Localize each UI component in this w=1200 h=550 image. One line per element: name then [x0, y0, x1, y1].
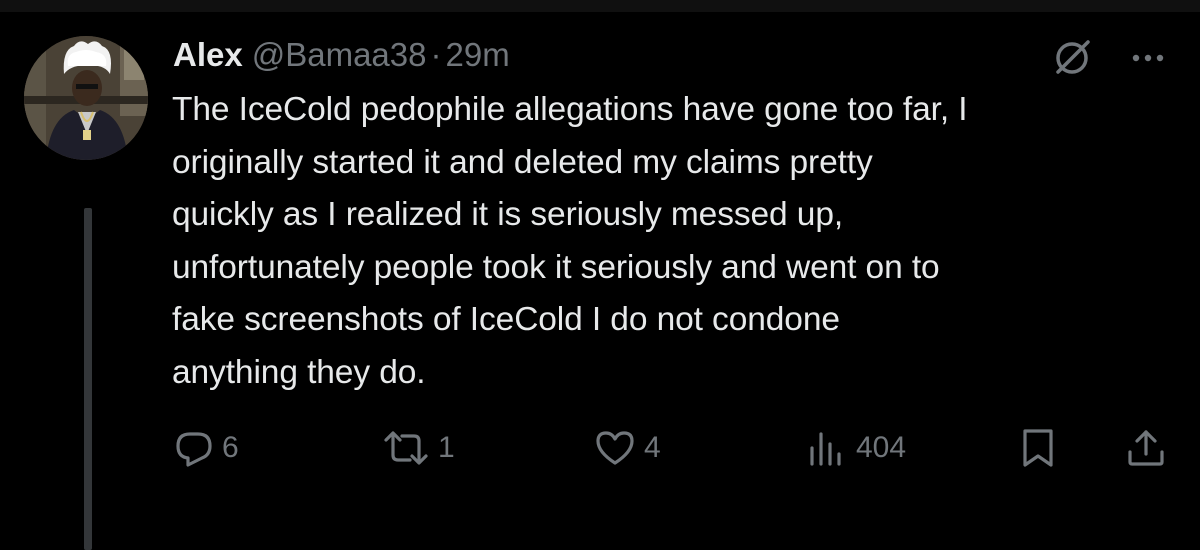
share-icon [1128, 430, 1164, 466]
avatar-image [24, 36, 148, 160]
share-button[interactable] [1124, 420, 1168, 476]
like-count: 4 [644, 431, 661, 464]
bookmark-button[interactable] [1016, 420, 1060, 476]
tweet-timestamp[interactable]: 29m [445, 36, 509, 74]
avatar[interactable] [24, 36, 148, 160]
reply-button[interactable]: 6 [174, 420, 239, 476]
thread-connector-line [84, 208, 92, 550]
heart-icon [596, 431, 634, 465]
author-display-name[interactable]: Alex [173, 36, 243, 74]
tweet[interactable]: Alex @Bamaa38 · 29m The IceCold pedophil… [0, 0, 1200, 550]
views-count: 404 [856, 431, 907, 464]
separator-dot: · [430, 36, 442, 73]
bookmark-icon [1023, 429, 1053, 467]
grok-icon[interactable] [1050, 36, 1094, 80]
like-button[interactable]: 4 [594, 420, 661, 476]
reply-icon [176, 432, 212, 467]
repost-button[interactable]: 1 [382, 420, 455, 476]
tweet-text: The IceCold pedophile allegations have g… [172, 84, 1182, 399]
views-button[interactable]: 404 [804, 420, 906, 476]
tweet-text-line: originally started it and deleted my cla… [172, 143, 873, 181]
reply-count: 6 [222, 431, 239, 464]
tweet-text-line: unfortunately people took it seriously a… [172, 248, 940, 286]
tweet-actions: 6 1 4 404 [0, 420, 1200, 476]
repost-count: 1 [438, 431, 455, 464]
tweet-text-line: quickly as I realized it is seriously me… [172, 196, 844, 233]
author-handle[interactable]: @Bamaa38 [252, 36, 427, 74]
more-icon[interactable] [1126, 36, 1170, 80]
views-icon [810, 432, 841, 466]
tweet-header: Alex @Bamaa38 · 29m [173, 30, 510, 80]
header-actions [1050, 36, 1170, 80]
repost-icon [384, 431, 428, 465]
tweet-text-line: anything they do. [172, 353, 426, 391]
tweet-text-line: The IceCold pedophile allegations have g… [172, 91, 968, 128]
tweet-text-line: fake screenshots of IceCold I do not con… [172, 301, 840, 338]
